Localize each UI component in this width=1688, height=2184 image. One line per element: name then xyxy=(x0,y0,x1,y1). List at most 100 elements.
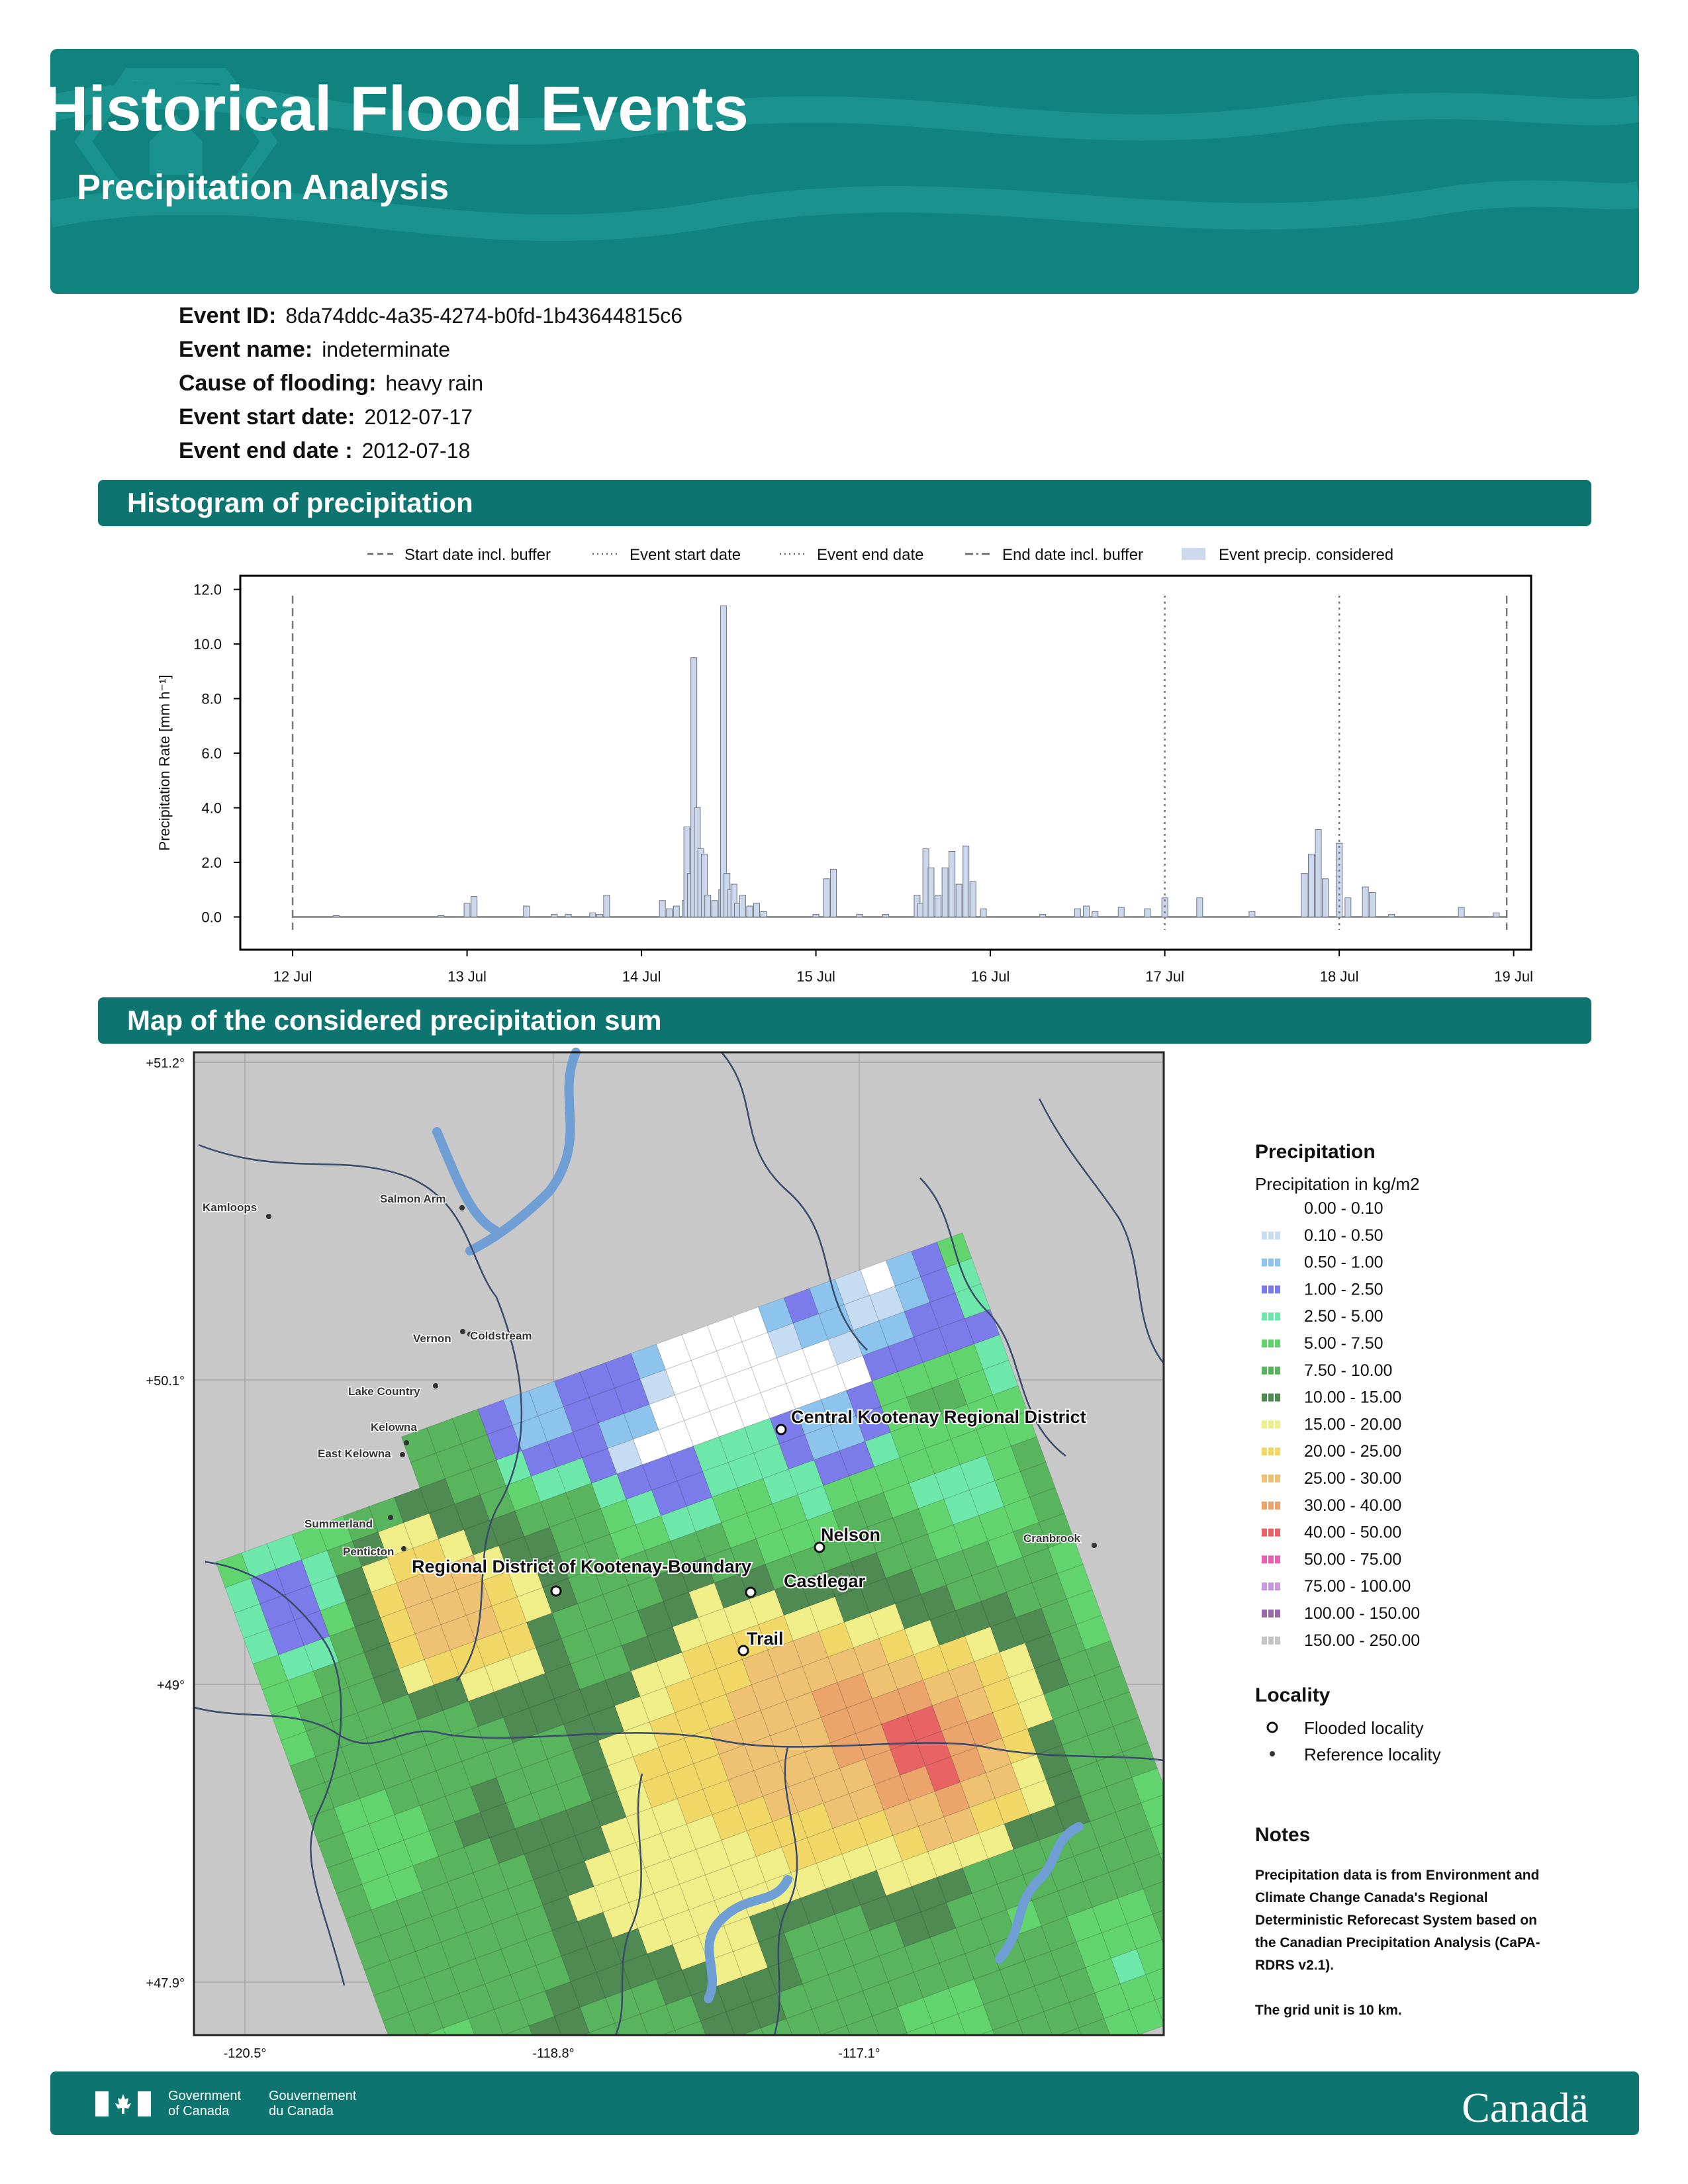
legend-swatch xyxy=(1268,1582,1274,1591)
reference-locality-label: East Kelowna xyxy=(318,1447,391,1460)
histogram-bar xyxy=(1092,911,1099,918)
reference-locality-marker xyxy=(460,1329,465,1334)
histogram-bar xyxy=(1344,897,1352,918)
x-tick-label: 14 Jul xyxy=(622,968,661,985)
start-date-value: 2012-07-17 xyxy=(364,405,473,429)
legend-swatch xyxy=(1268,1528,1274,1537)
event-id-label: Event ID: xyxy=(179,303,277,328)
legend-swatch xyxy=(1275,1528,1280,1537)
histogram-bar xyxy=(1362,886,1369,918)
histogram-bar xyxy=(1083,905,1090,918)
flooded-locality-legend-icon xyxy=(1266,1721,1278,1733)
map-mask xyxy=(126,2035,1198,2065)
legend-swatch xyxy=(1268,1475,1274,1482)
histogram-section-header: Histogram of precipitation xyxy=(98,480,1591,526)
legend-bin-label: 2.50 - 5.00 xyxy=(1304,1307,1383,1326)
histogram-bar xyxy=(720,605,727,918)
legend-swatch xyxy=(1262,1447,1267,1456)
page-subtitle: Precipitation Analysis xyxy=(77,167,449,207)
government-of-canada-en: Government of Canada xyxy=(168,2089,242,2118)
notes-line: Climate Change Canada's Regional xyxy=(1255,1890,1488,1905)
x-tick-label: 15 Jul xyxy=(796,968,835,985)
reference-locality-label: Cranbrook xyxy=(1023,1532,1081,1545)
legend-swatch xyxy=(1268,1258,1274,1267)
legend-entry-0: Start date incl. buffer xyxy=(367,546,551,564)
legend-bin-label: 7.50 - 10.00 xyxy=(1304,1361,1392,1380)
histogram-bar xyxy=(666,908,673,918)
histogram-bar xyxy=(596,913,603,918)
legend-swatch xyxy=(1262,1258,1267,1267)
histogram-bar xyxy=(746,905,753,918)
y-tick-label: 0.0 xyxy=(201,909,222,926)
histogram-bar xyxy=(955,884,962,918)
x-tick-label: 19 Jul xyxy=(1494,968,1533,985)
legend-bin-label: 5.00 - 7.50 xyxy=(1304,1334,1383,1353)
histogram-bar xyxy=(463,903,471,918)
histogram-bar xyxy=(1315,829,1322,918)
reference-locality-label: Penticton xyxy=(343,1545,394,1558)
y-tick-label: 4.0 xyxy=(201,800,222,817)
histogram-bar xyxy=(438,915,445,918)
flood-cause-value: heavy rain xyxy=(385,371,484,395)
start-date-label: Event start date: xyxy=(179,404,355,430)
legend-swatch xyxy=(1268,1366,1274,1375)
histogram-bar xyxy=(941,867,949,918)
histogram-bar xyxy=(949,851,956,918)
legend-title: Precipitation xyxy=(1255,1141,1376,1163)
flooded-locality-marker xyxy=(745,1586,757,1598)
legend-bin-label: 0.10 - 0.50 xyxy=(1304,1226,1383,1245)
legend-bin-label: 0.00 - 0.10 xyxy=(1304,1199,1383,1218)
latitude-label: +50.1° xyxy=(146,1374,185,1388)
event-id-row: Event ID: 8da74ddc-4a35-4274-b0fd-1b4364… xyxy=(179,303,1105,337)
x-tick-label: 13 Jul xyxy=(447,968,487,985)
map-section-header: Map of the considered precipitation sum xyxy=(98,997,1591,1044)
footer: Government of Canada Gouvernement du Can… xyxy=(50,2071,1639,2135)
reference-locality-marker xyxy=(459,1205,465,1210)
legend-label: End date incl. buffer xyxy=(1002,546,1143,564)
y-tick-label: 8.0 xyxy=(201,691,222,707)
notes-line: The grid unit is 10 km. xyxy=(1255,2003,1402,2018)
histogram-bar xyxy=(739,895,746,918)
histogram-bar xyxy=(1039,913,1047,918)
legend-bin-label: 40.00 - 50.00 xyxy=(1304,1524,1401,1542)
histogram-bar xyxy=(962,845,970,918)
legend-swatch xyxy=(1268,1555,1274,1564)
y-tick-label: 10.0 xyxy=(193,636,222,653)
legend-entry-4: Event precip. considered xyxy=(1182,546,1393,564)
reference-locality-label: Summerland xyxy=(305,1518,373,1530)
latitude-label: +49° xyxy=(157,1678,185,1693)
reference-locality-label: Kelowna xyxy=(371,1421,417,1433)
legend-swatch xyxy=(1275,1420,1280,1429)
reference-locality-marker xyxy=(266,1214,271,1219)
legend-swatch xyxy=(1268,1231,1274,1240)
legend-bin-label: 75.00 - 100.00 xyxy=(1304,1577,1411,1596)
legend-swatch xyxy=(1268,1636,1274,1645)
x-tick-label: 12 Jul xyxy=(273,968,312,985)
y-tick-label: 12.0 xyxy=(193,582,222,598)
notes-title: Notes xyxy=(1255,1824,1310,1846)
histogram-bar xyxy=(551,913,558,918)
flooded-locality-label: Regional District of Kootenay-Boundary xyxy=(412,1557,751,1576)
event-name-row: Event name: indeterminate xyxy=(179,337,1105,371)
flooded-locality-label: Trail xyxy=(747,1629,784,1649)
locality-legend-title: Locality xyxy=(1255,1684,1331,1706)
legend-swatch xyxy=(1275,1340,1280,1347)
legend-subtitle: Precipitation in kg/m2 xyxy=(1255,1174,1420,1194)
reference-locality-marker xyxy=(401,1546,406,1551)
legend-swatch xyxy=(1268,1447,1274,1456)
flooded-locality-legend-label: Flooded locality xyxy=(1304,1718,1424,1738)
flood-cause-label: Cause of flooding: xyxy=(179,371,377,396)
histogram-bar xyxy=(753,903,760,918)
reference-locality-marker xyxy=(404,1440,409,1445)
histogram-bar xyxy=(1458,907,1465,918)
event-info: Event ID: 8da74ddc-4a35-4274-b0fd-1b4364… xyxy=(179,303,1105,472)
legend-bin-label: 25.00 - 30.00 xyxy=(1304,1469,1401,1488)
legend-swatch xyxy=(1275,1610,1280,1617)
legend-bin-label: 15.00 - 20.00 xyxy=(1304,1415,1401,1433)
legend-bin-label: 0.50 - 1.00 xyxy=(1304,1253,1383,1272)
legend-swatch xyxy=(1268,1285,1274,1294)
flooded-locality-label: Central Kootenay Regional District xyxy=(791,1407,1086,1427)
legend-swatch xyxy=(1262,1312,1267,1321)
latitude-label: +47.9° xyxy=(146,1976,185,1991)
legend-swatch xyxy=(1268,1420,1274,1429)
